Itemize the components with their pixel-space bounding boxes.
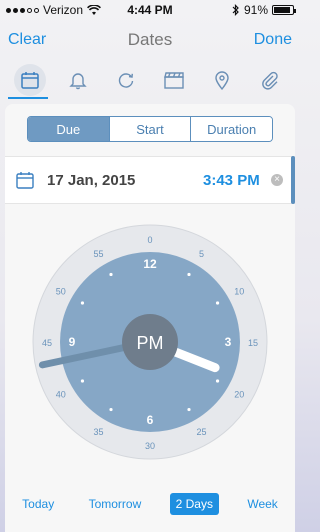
date-panel: Due Start Duration 17 Jan, 2015 3:43 PM … [5,104,295,532]
hour-dot [187,272,191,277]
hour-label: 3 [225,335,232,349]
date-type-segmented-control: Due Start Duration [27,116,273,142]
hour-label: 9 [69,335,76,349]
bell-icon[interactable] [62,64,94,96]
option-today[interactable]: Today [16,493,60,515]
minute-label: 15 [248,338,258,348]
hour-dot [215,301,220,305]
location-pin-icon[interactable] [206,64,238,96]
ampm-label[interactable]: PM [137,333,164,353]
calendar-icon[interactable] [14,64,46,96]
segment-due[interactable]: Due [28,117,110,141]
option-2-days[interactable]: 2 Days [169,493,219,515]
minute-label: 10 [234,287,244,297]
status-bar: Verizon 4:44 PM 91% [0,0,300,20]
minute-label: 45 [42,338,52,348]
battery-fill [274,7,291,13]
repeat-icon[interactable] [110,64,142,96]
minute-label: 0 [147,235,152,245]
due-time[interactable]: 3:43 PM [203,172,260,189]
quick-date-options: Today Tomorrow 2 Days Week [5,484,295,524]
status-left: Verizon [6,3,101,17]
carrier-label: Verizon [43,3,84,17]
minute-label: 25 [196,427,206,437]
hour-dot [109,272,113,277]
clapperboard-icon[interactable] [158,64,190,96]
battery-percent: 91% [243,3,268,17]
minute-label: 50 [56,287,66,297]
hour-dot [80,379,85,383]
calendar-icon [16,172,34,189]
minute-label: 35 [93,427,103,437]
signal-strength-icon [6,7,39,13]
active-tab-indicator [8,97,48,99]
segment-start[interactable]: Start [109,117,192,141]
icon-toolbar [0,60,300,100]
hour-dot [80,301,85,305]
time-picker-clock[interactable]: 0 5 10 15 20 25 30 35 40 45 50 55 12 3 6 9 PM [30,222,270,462]
done-button[interactable]: Done [254,31,292,49]
scroll-indicator [291,156,295,204]
battery-icon [272,5,296,15]
bluetooth-icon [232,4,239,16]
segment-duration[interactable]: Duration [191,117,272,141]
wifi-icon [87,4,101,15]
minute-label: 5 [199,249,204,259]
hour-label: 12 [143,257,157,271]
option-tomorrow[interactable]: Tomorrow [83,493,148,515]
status-right: 91% [232,3,296,17]
minute-label: 20 [234,390,244,400]
date-row[interactable]: 17 Jan, 2015 3:43 PM × [5,156,295,204]
paperclip-icon[interactable] [254,64,286,96]
due-date[interactable]: 17 Jan, 2015 [47,172,135,189]
minute-label: 40 [56,390,66,400]
close-circle-icon[interactable]: × [271,174,283,186]
minute-label: 55 [93,249,103,259]
hour-dot [215,379,220,383]
hour-dot [187,407,191,412]
hour-dot [109,407,113,412]
option-week[interactable]: Week [241,493,283,515]
hour-label: 6 [147,413,154,427]
clock-face[interactable]: 0 5 10 15 20 25 30 35 40 45 50 55 12 3 6 9 PM [30,222,270,462]
minute-label: 30 [145,441,155,451]
nav-bar: Clear Dates Done [0,20,300,60]
clear-button[interactable]: Clear [8,31,46,49]
